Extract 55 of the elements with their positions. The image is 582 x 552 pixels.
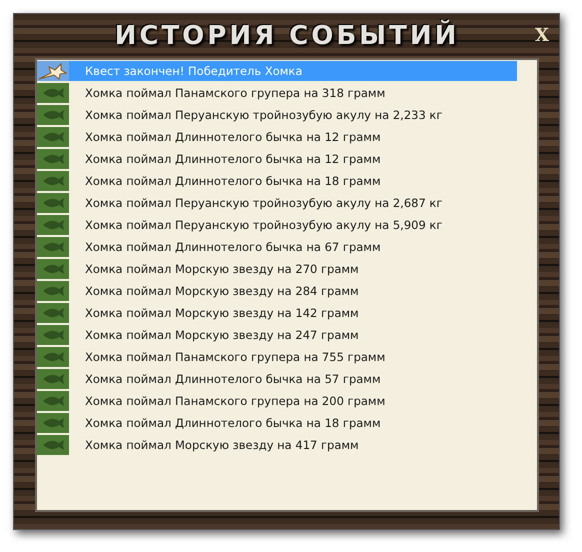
event-row[interactable]: Хомка поймал Длиннотелого бычка на 18 грамм: [37, 413, 517, 433]
fish-icon: [37, 171, 69, 191]
fish-icon: [37, 215, 69, 235]
fish-icon: [37, 325, 69, 345]
event-text: Хомка поймал Перуанскую тройнозубую акулу на 2,233 кг: [85, 108, 442, 122]
fish-icon: [37, 413, 69, 433]
event-row[interactable]: Хомка поймал Морскую звезду на 417 грамм: [37, 435, 517, 455]
event-row[interactable]: Хомка поймал Перуанскую тройнозубую акулу на 2,233 кг: [37, 105, 517, 125]
event-row[interactable]: Хомка поймал Панамского групера на 755 грамм: [37, 347, 517, 367]
fish-icon: [37, 369, 69, 389]
fish-icon: [37, 303, 69, 323]
event-row[interactable]: Хомка поймал Панамского групера на 318 грамм: [37, 83, 517, 103]
event-row[interactable]: Хомка поймал Морскую звезду на 270 грамм: [37, 259, 517, 279]
fish-icon: [37, 149, 69, 169]
star-icon: [37, 61, 69, 81]
event-text: Хомка поймал Длиннотелого бычка на 12 грамм: [85, 130, 381, 144]
event-text: Квест закончен! Победитель Хомка: [85, 64, 302, 78]
fish-icon: [37, 237, 69, 257]
event-row[interactable]: Хомка поймал Длиннотелого бычка на 18 грамм: [37, 171, 517, 191]
event-row[interactable]: Хомка поймал Длиннотелого бычка на 12 грамм: [37, 149, 517, 169]
event-text: Хомка поймал Панамского групера на 318 грамм: [85, 86, 386, 100]
event-text: Хомка поймал Морскую звезду на 284 грамм: [85, 284, 359, 298]
fish-icon: [37, 105, 69, 125]
event-row[interactable]: Хомка поймал Морскую звезду на 284 грамм: [37, 281, 517, 301]
event-row[interactable]: Хомка поймал Перуанскую тройнозубую акулу на 5,909 кг: [37, 215, 517, 235]
event-row[interactable]: Хомка поймал Панамского групера на 200 грамм: [37, 391, 517, 411]
fish-icon: [37, 259, 69, 279]
event-text: Хомка поймал Длиннотелого бычка на 57 грамм: [85, 372, 381, 386]
event-text: Хомка поймал Морскую звезду на 417 грамм: [85, 438, 359, 452]
event-text: Хомка поймал Перуанскую тройнозубую акулу на 2,687 кг: [85, 196, 442, 210]
event-text: Хомка поймал Панамского групера на 200 грамм: [85, 394, 386, 408]
event-text: Хомка поймал Длиннотелого бычка на 12 грамм: [85, 152, 381, 166]
fish-icon: [37, 435, 69, 455]
fish-icon: [37, 347, 69, 367]
event-row[interactable]: Хомка поймал Длиннотелого бычка на 12 грамм: [37, 127, 517, 147]
event-row[interactable]: Хомка поймал Морскую звезду на 247 грамм: [37, 325, 517, 345]
fish-icon: [37, 391, 69, 411]
event-text: Хомка поймал Длиннотелого бычка на 67 грамм: [85, 240, 381, 254]
event-text: Хомка поймал Перуанскую тройнозубую акулу на 5,909 кг: [85, 218, 442, 232]
event-text: Хомка поймал Морскую звезду на 142 грамм: [85, 306, 359, 320]
event-text: Хомка поймал Длиннотелого бычка на 18 грамм: [85, 174, 381, 188]
fish-icon: [37, 127, 69, 147]
event-text: Хомка поймал Морскую звезду на 247 грамм: [85, 328, 359, 342]
fish-icon: [37, 281, 69, 301]
window-title: ИСТОРИЯ СОБЫТИЙ: [114, 21, 460, 51]
event-row[interactable]: Хомка поймал Длиннотелого бычка на 57 грамм: [37, 369, 517, 389]
close-button[interactable]: X: [533, 25, 551, 46]
event-text: Хомка поймал Панамского групера на 755 грамм: [85, 350, 386, 364]
event-row[interactable]: Хомка поймал Морскую звезду на 142 грамм: [37, 303, 517, 323]
event-text: Хомка поймал Морскую звезду на 270 грамм: [85, 262, 359, 276]
event-row[interactable]: Хомка поймал Длиннотелого бычка на 67 грамм: [37, 237, 517, 257]
fish-icon: [37, 193, 69, 213]
event-text: Хомка поймал Длиннотелого бычка на 18 грамм: [85, 416, 381, 430]
fish-icon: [37, 83, 69, 103]
event-row[interactable]: Хомка поймал Перуанскую тройнозубую акулу на 2,687 кг: [37, 193, 517, 213]
